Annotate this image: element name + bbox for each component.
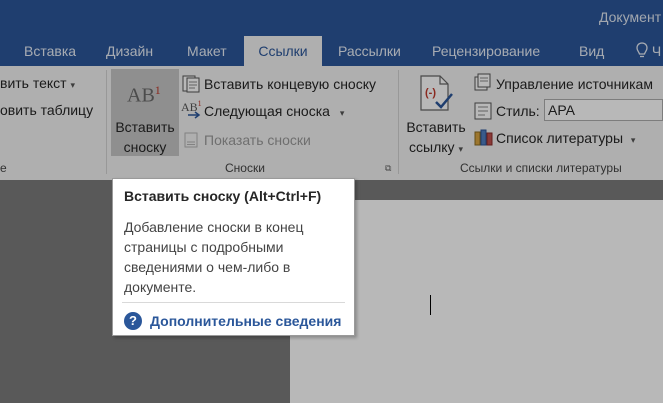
tooltip-title: Вставить сноску (Alt+Ctrl+F) bbox=[124, 188, 322, 204]
help-icon: ? bbox=[124, 312, 142, 330]
more-info-link[interactable]: Дополнительные сведения bbox=[150, 313, 341, 329]
footnote-tooltip: Вставить сноску (Alt+Ctrl+F) Добавление … bbox=[112, 178, 355, 336]
tooltip-divider bbox=[122, 302, 345, 303]
tooltip-description: Добавление сноски в конец страницы с под… bbox=[124, 219, 304, 295]
